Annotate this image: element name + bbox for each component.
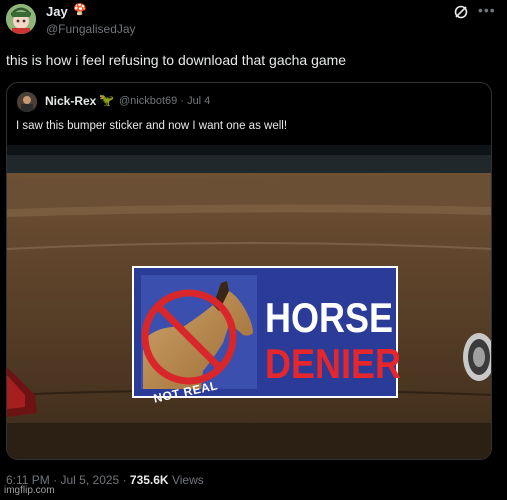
mushroom-emoji: 🍄 xyxy=(73,4,87,16)
grok-icon[interactable] xyxy=(453,4,469,20)
author-avatar[interactable] xyxy=(6,4,36,34)
imgflip-watermark: imgflip.com xyxy=(4,485,55,496)
quoted-author-avatar[interactable] xyxy=(17,92,37,112)
quoted-author-meta[interactable]: @nickbot69 · Jul 4 xyxy=(119,95,210,107)
dinosaur-emoji: 🦖 xyxy=(99,93,114,107)
car-bumper-photo[interactable] xyxy=(7,145,492,460)
quoted-post-text: I saw this bumper sticker and now I want… xyxy=(16,120,288,132)
views-label: Views xyxy=(171,473,204,487)
quoted-author-handle[interactable]: @nickbot69 xyxy=(119,95,177,107)
quoted-post[interactable]: Nick-Rex 🦖 @nickbot69 · Jul 4 I saw this… xyxy=(6,82,492,460)
sticker-line-horse: HORSE xyxy=(265,293,394,341)
author-name[interactable]: Jay xyxy=(46,4,68,19)
separator-dot: · xyxy=(122,473,130,487)
author-handle[interactable]: @FungalisedJay xyxy=(46,22,136,36)
post-text: this is how i feel refusing to download … xyxy=(6,52,347,68)
quoted-author-name[interactable]: Nick-Rex xyxy=(45,94,96,108)
post-date[interactable]: Jul 5, 2025 xyxy=(61,473,120,487)
views-count: 735.6K xyxy=(129,473,169,487)
quoted-post-date[interactable]: Jul 4 xyxy=(187,95,210,107)
more-icon[interactable]: ••• xyxy=(478,2,496,18)
sticker-line-denier: DENIER xyxy=(265,339,402,387)
